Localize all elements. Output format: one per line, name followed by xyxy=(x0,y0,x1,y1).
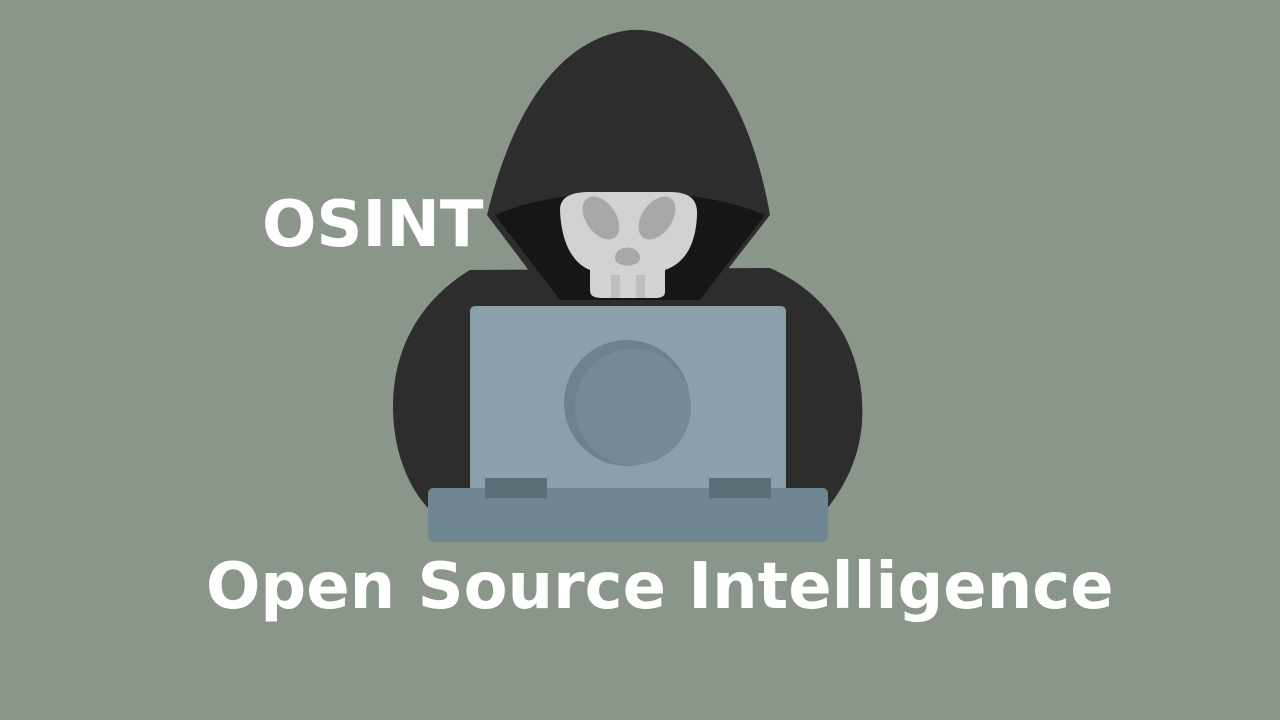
laptop-hinge-left xyxy=(485,478,547,498)
laptop-hinge-right xyxy=(709,478,771,498)
laptop-icon xyxy=(428,306,828,542)
open-source-intelligence-title: Open Source Intelligence xyxy=(206,550,1114,624)
osint-title: OSINT xyxy=(262,188,484,262)
